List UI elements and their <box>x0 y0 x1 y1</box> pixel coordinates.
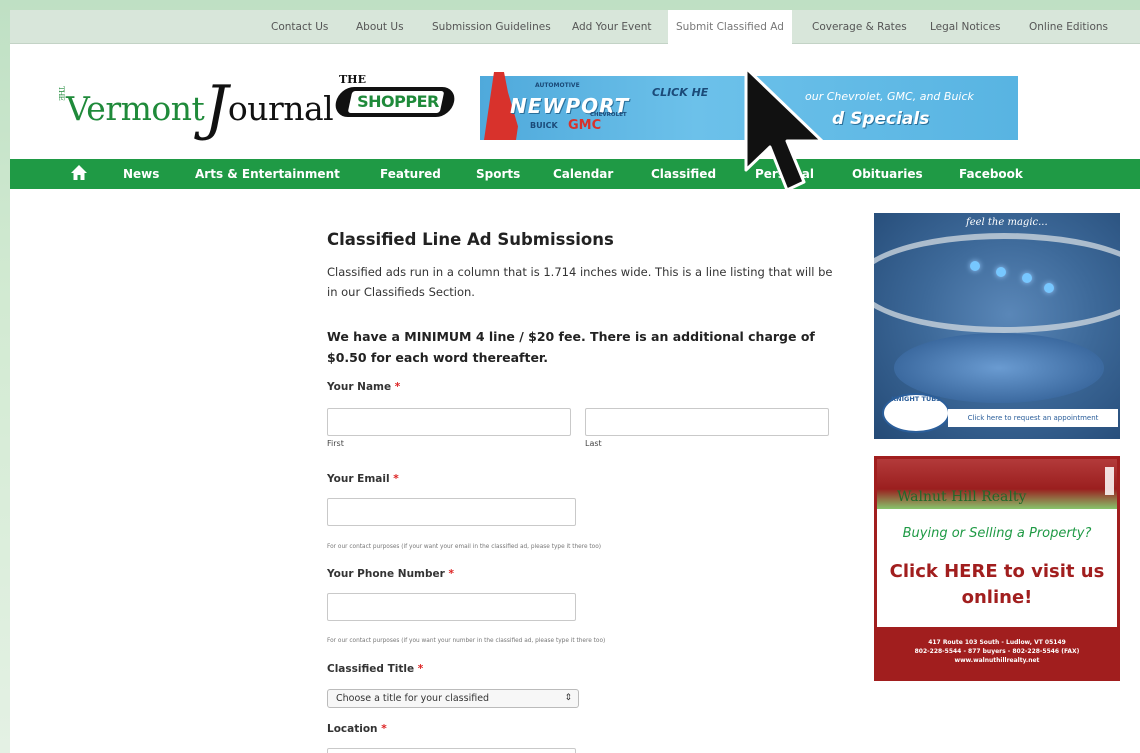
logo-the: THE <box>57 85 65 100</box>
browser-page: Contact Us About Us Submission Guideline… <box>10 10 1140 753</box>
classified-title-select[interactable]: Choose a title for your classified ⇕ <box>327 689 579 708</box>
ad2-brand: Walnut Hill Realty <box>897 489 1027 505</box>
nav-sports[interactable]: Sports <box>476 159 520 189</box>
first-sublabel: First <box>327 439 344 448</box>
fee-notice: We have a MINIMUM 4 line / $20 fee. Ther… <box>327 329 815 365</box>
name-label-text: Your Name <box>327 381 392 393</box>
ad2-address: 417 Route 103 South - Ludlow, VT 05149 <box>928 639 1066 646</box>
nav-featured[interactable]: Featured <box>380 159 441 189</box>
ad2-cta[interactable]: Click HERE to visit us online! <box>877 559 1117 611</box>
required-mark: * <box>394 381 401 393</box>
location-label: Location * <box>327 723 387 735</box>
hot-tub-rim <box>874 233 1120 333</box>
top-nav-about-us[interactable]: About Us <box>348 10 412 44</box>
top-nav: Contact Us About Us Submission Guideline… <box>10 10 1140 44</box>
required-mark: * <box>448 568 454 580</box>
phone-input[interactable] <box>327 593 576 621</box>
nav-obituaries[interactable]: Obituaries <box>852 159 923 189</box>
nav-news[interactable]: News <box>123 159 159 189</box>
shopper-the: THE <box>339 73 366 86</box>
knight-tubs-brand: KNIGHT TUBS <box>891 395 941 403</box>
ad1-cta[interactable]: Click here to request an appointment <box>948 409 1118 427</box>
knight-tubs-ad[interactable]: feel the magic... KNIGHT TUBS Click here… <box>874 213 1120 439</box>
banner-automotive: AUTOMOTIVE <box>535 82 580 89</box>
phone-label: Your Phone Number * <box>327 568 454 580</box>
mouse-cursor-icon <box>744 66 824 192</box>
location-input[interactable] <box>327 748 576 753</box>
ad2-headline: Buying or Selling a Property? <box>902 526 1092 541</box>
phone-label-text: Your Phone Number <box>327 568 445 580</box>
jet-light <box>970 261 980 271</box>
jet-light <box>1044 283 1054 293</box>
logo-j: J <box>204 73 228 143</box>
email-label-text: Your Email <box>327 473 390 485</box>
classified-title-label: Classified Title * <box>327 663 423 675</box>
select-arrows-icon: ⇕ <box>564 693 572 703</box>
email-input[interactable] <box>327 498 576 526</box>
banner-buick: BUICK <box>530 121 558 130</box>
walnut-hill-realty-ad[interactable]: Walnut Hill Realty Buying or Selling a P… <box>874 456 1120 681</box>
top-nav-legal-notices[interactable]: Legal Notices <box>922 10 1009 44</box>
email-hint: For our contact purposes (if your want y… <box>327 544 602 550</box>
main-nav: News Arts & Entertainment Featured Sport… <box>10 159 1140 189</box>
vermont-journal-logo[interactable]: THEVermontJournal <box>57 73 334 143</box>
ad2-web: www.walnuthillrealty.net <box>954 657 1040 664</box>
classified-title-select-value: Choose a title for your classified <box>336 693 490 704</box>
top-nav-contact-us[interactable]: Contact Us <box>263 10 336 44</box>
top-nav-online-editions[interactable]: Online Editions <box>1021 10 1116 44</box>
top-nav-submission-guidelines[interactable]: Submission Guidelines <box>424 10 559 44</box>
ad-choice-icons[interactable] <box>1105 467 1114 495</box>
top-nav-submit-classified-ad[interactable]: Submit Classified Ad <box>668 10 792 44</box>
first-name-input[interactable] <box>327 408 571 436</box>
top-nav-add-your-event[interactable]: Add Your Event <box>564 10 660 44</box>
shopper-text: SHOPPER <box>357 92 439 111</box>
intro-text: Classified ads run in a column that is 1… <box>327 265 833 299</box>
location-label-text: Location <box>327 723 378 735</box>
ad1-tagline: feel the magic... <box>966 217 1048 228</box>
nav-arts-entertainment[interactable]: Arts & Entertainment <box>195 159 340 189</box>
required-mark: * <box>381 723 387 735</box>
banner-click: CLICK HE <box>652 86 709 99</box>
required-mark: * <box>417 663 424 675</box>
classified-title-label-text: Classified Title <box>327 663 415 675</box>
nav-classified[interactable]: Classified <box>651 159 716 189</box>
email-label: Your Email * <box>327 473 399 485</box>
phone-hint: For our contact purposes (if you want yo… <box>327 638 606 644</box>
nav-facebook[interactable]: Facebook <box>959 159 1023 189</box>
name-label: Your Name * <box>327 381 400 393</box>
required-mark: * <box>393 473 399 485</box>
page-title: Classified Line Ad Submissions <box>327 230 614 249</box>
banner-specials: d Specials <box>832 109 930 129</box>
site-header: THEVermontJournal THE SHOPPER AUTOMOTIVE… <box>10 45 1140 157</box>
ad2-phones: 802-228-5544 - 877 buyers - 802-228-5546… <box>914 648 1080 655</box>
logo-vermont: Vermont <box>66 89 205 128</box>
nav-calendar[interactable]: Calendar <box>553 159 613 189</box>
ad2-footer: 417 Route 103 South - Ludlow, VT 05149 8… <box>877 627 1117 678</box>
last-name-input[interactable] <box>585 408 829 436</box>
jet-light <box>1022 273 1032 283</box>
top-nav-coverage-rates[interactable]: Coverage & Rates <box>804 10 915 44</box>
logo-ournal: ournal <box>227 89 334 128</box>
home-icon[interactable] <box>70 164 88 182</box>
the-shopper-logo[interactable]: THE SHOPPER <box>332 73 458 121</box>
jet-light <box>996 267 1006 277</box>
last-sublabel: Last <box>585 439 602 448</box>
banner-gmc: GMC <box>568 118 602 133</box>
